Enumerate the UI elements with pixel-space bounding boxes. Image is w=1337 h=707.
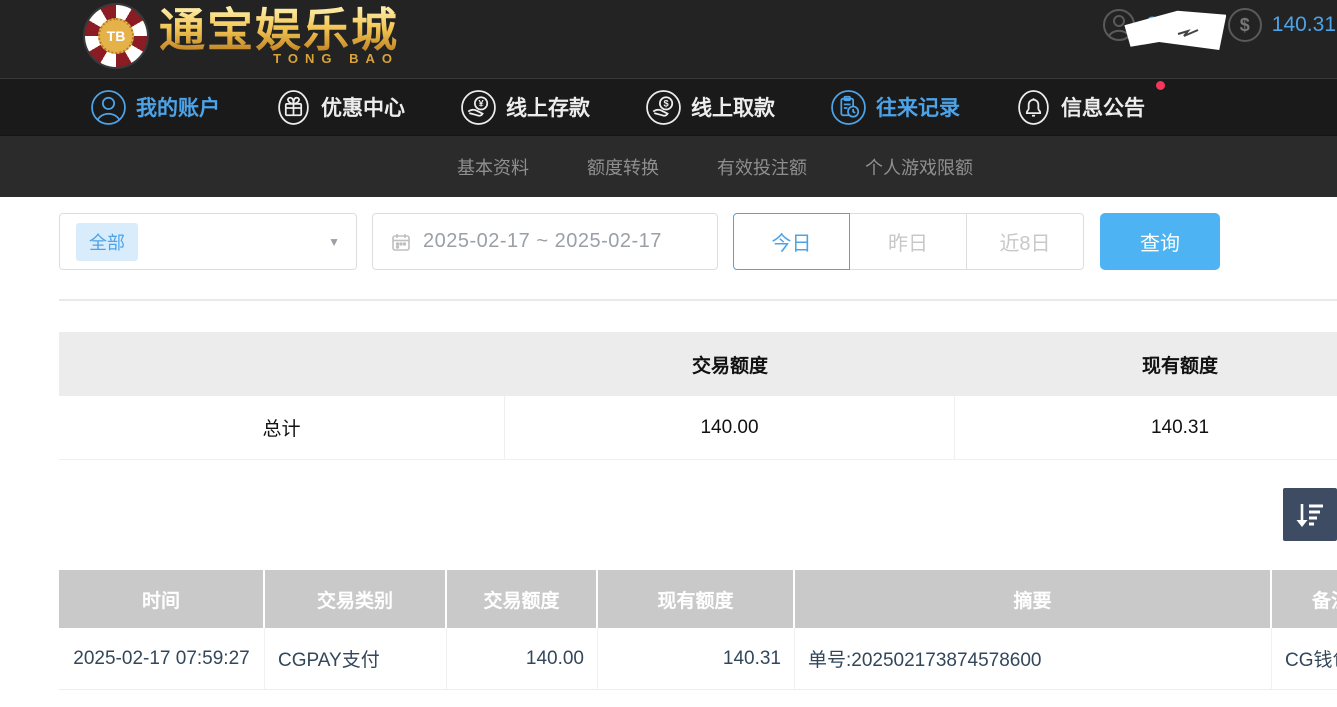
records-clipboard-icon	[830, 89, 867, 126]
nav-item-my-account[interactable]: 我的账户	[90, 89, 220, 126]
user-account-summary[interactable]: 25	[1102, 8, 1169, 42]
last-8-days-button[interactable]: 近8日	[967, 213, 1084, 270]
username-redaction-scribble	[1124, 10, 1226, 50]
caret-down-icon: ▼	[328, 235, 340, 249]
txn-header-type: 交易类别	[265, 570, 447, 628]
bell-icon	[1015, 89, 1052, 126]
chip-monogram: TB	[98, 18, 134, 54]
section-divider	[59, 299, 1337, 301]
summary-table: 交易额度 现有额度 总计 140.00 140.31	[59, 332, 1337, 460]
calendar-icon	[391, 232, 411, 252]
summary-total-label: 总计	[59, 396, 505, 459]
summary-header-trade-amount: 交易额度	[505, 332, 955, 396]
nav-item-announcements[interactable]: 信息公告	[1015, 89, 1145, 126]
summary-total-row: 总计 140.00 140.31	[59, 396, 1337, 460]
summary-current-amount-value: 140.31	[955, 396, 1337, 459]
txn-header-time: 时间	[59, 570, 265, 628]
date-range-value: 2025-02-17 ~ 2025-02-17	[423, 230, 662, 253]
site-subtitle: TONG BAO	[273, 51, 399, 66]
transaction-type-select[interactable]: 全部 ▼	[59, 213, 357, 270]
balance-amount: 140.31	[1272, 13, 1336, 37]
subnav-basic-info[interactable]: 基本资料	[457, 154, 529, 180]
svg-text:$: $	[663, 98, 669, 108]
txn-type: CGPAY支付	[265, 628, 447, 689]
gift-icon	[275, 89, 312, 126]
withdraw-hand-coin-icon: $	[645, 89, 682, 126]
subnav-valid-bets[interactable]: 有效投注额	[717, 154, 807, 180]
transactions-table: 时间 交易类别 交易额度 现有额度 摘要 备注 2025-02-17 07:59…	[59, 570, 1337, 690]
summary-header-current-amount: 现有额度	[955, 332, 1337, 396]
txn-header-balance: 现有额度	[598, 570, 795, 628]
txn-summary: 单号:202502173874578600	[795, 628, 1272, 689]
txn-remark: CG钱包	[1272, 628, 1337, 689]
nav-item-transaction-records[interactable]: 往来记录	[830, 89, 960, 126]
balance-summary[interactable]: $ 140.31 元	[1228, 8, 1337, 42]
dollar-circle-icon: $	[1228, 8, 1262, 42]
txn-header-summary: 摘要	[795, 570, 1272, 628]
subnav-game-limits[interactable]: 个人游戏限额	[865, 154, 973, 180]
main-navigation: 我的账户 优惠中心 ¥ 线上存款 $ 线上取款	[0, 78, 1337, 135]
top-header: TB 通宝娱乐城 TONG BAO 25 $ 140.31 元	[0, 0, 1337, 78]
summary-table-header: 交易额度 现有额度	[59, 332, 1337, 396]
sort-descending-icon	[1293, 498, 1327, 532]
txn-header-remark: 备注	[1272, 570, 1337, 628]
query-button[interactable]: 查询	[1100, 213, 1220, 270]
site-title: 通宝娱乐城	[159, 6, 399, 54]
txn-amount: 140.00	[447, 628, 598, 689]
today-button[interactable]: 今日	[733, 213, 850, 270]
summary-trade-amount-value: 140.00	[505, 396, 955, 459]
quick-range-button-group: 今日 昨日 近8日	[733, 213, 1084, 270]
notification-dot	[1156, 81, 1165, 90]
transactions-table-header: 时间 交易类别 交易额度 现有额度 摘要 备注	[59, 570, 1337, 628]
sort-descending-button[interactable]	[1283, 488, 1337, 541]
nav-item-promotions[interactable]: 优惠中心	[275, 89, 405, 126]
deposit-hand-coin-icon: ¥	[460, 89, 497, 126]
site-logo[interactable]: TB 通宝娱乐城 TONG BAO	[85, 5, 399, 67]
txn-time: 2025-02-17 07:59:27	[59, 628, 265, 689]
table-row: 2025-02-17 07:59:27 CGPAY支付 140.00 140.3…	[59, 628, 1337, 690]
yesterday-button[interactable]: 昨日	[850, 213, 967, 270]
selected-type-chip[interactable]: 全部	[76, 223, 138, 261]
txn-header-amount: 交易额度	[447, 570, 598, 628]
txn-balance: 140.31	[598, 628, 795, 689]
nav-item-online-withdraw[interactable]: $ 线上取款	[645, 89, 775, 126]
date-range-input[interactable]: 2025-02-17 ~ 2025-02-17	[372, 213, 718, 270]
nav-item-online-deposit[interactable]: ¥ 线上存款	[460, 89, 590, 126]
svg-text:¥: ¥	[478, 98, 484, 108]
summary-header-empty	[59, 332, 505, 396]
subnav-quota-transfer[interactable]: 额度转换	[587, 154, 659, 180]
user-circle-icon	[90, 89, 127, 126]
poker-chip-logo-icon: TB	[85, 5, 147, 67]
account-sub-navigation: 基本资料 额度转换 有效投注额 个人游戏限额	[0, 135, 1337, 197]
